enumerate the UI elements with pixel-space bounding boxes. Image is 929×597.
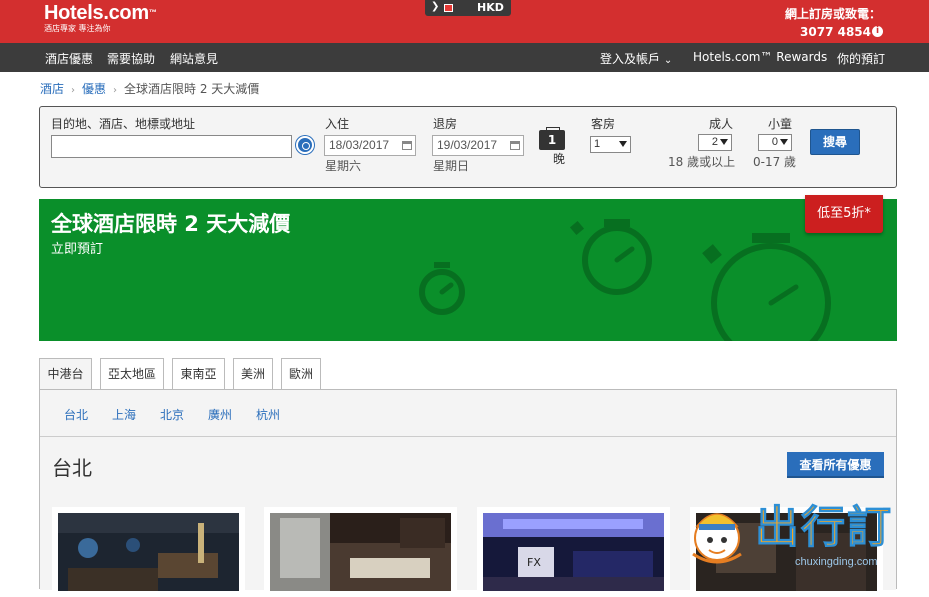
rooms-value: 1: [594, 138, 601, 150]
currency-selector[interactable]: ❯ HKD: [425, 0, 511, 16]
city-taipei[interactable]: 台北: [64, 406, 88, 423]
city-shanghai[interactable]: 上海: [112, 406, 136, 423]
dropdown-arrow-icon: [619, 141, 627, 147]
checkin-day: 星期六: [325, 159, 362, 173]
children-select[interactable]: 0: [758, 134, 792, 151]
top-bar: Hotels.com™ 酒店專家 專注為你 ❯ HKD 網上訂房或致電： 307…: [0, 0, 929, 43]
nav-feedback[interactable]: 網站意見: [170, 50, 218, 67]
checkout-date-input[interactable]: 19/03/2017: [432, 135, 524, 156]
city-title: 台北: [52, 456, 92, 480]
checkout-day: 星期日: [433, 159, 470, 173]
hotel-card[interactable]: [52, 507, 245, 597]
view-all-deals-button[interactable]: 查看所有優惠: [787, 452, 884, 478]
search-form: 目的地、酒店、地標或地址 入住 18/03/2017 星期六 退房 19/03/…: [39, 106, 897, 188]
nav-hotel-deals[interactable]: 酒店優惠: [45, 50, 93, 67]
hotel-card[interactable]: FX: [477, 507, 670, 597]
promo-subtitle: 立即預訂: [51, 242, 104, 257]
login-label: 登入及帳戶: [600, 52, 661, 66]
hotel-photo: [58, 513, 239, 591]
checkin-date-value: 18/03/2017: [329, 138, 390, 152]
hotel-photo: [270, 513, 451, 591]
chevron-down-icon: ⌄: [663, 55, 673, 66]
tab-americas[interactable]: 美洲: [233, 358, 273, 389]
discount-badge: 低至5折*: [805, 195, 883, 233]
hotels-logo[interactable]: Hotels.com™ 酒店專家 專注為你: [44, 2, 157, 34]
rooms-select[interactable]: 1: [590, 136, 631, 153]
rooms-label: 客房: [591, 117, 616, 131]
city-guangzhou[interactable]: 廣州: [208, 406, 232, 423]
nav-help[interactable]: 需要協助: [107, 50, 155, 67]
main-nav: 酒店優惠 需要協助 網站意見 登入及帳戶 ⌄ Hotels.com™ Rewar…: [0, 43, 929, 72]
breadcrumb-separator: ›: [113, 85, 118, 96]
brand-name: Hotels.com: [44, 2, 149, 24]
adults-label: 成人: [709, 117, 734, 131]
svg-text:FX: FX: [527, 556, 541, 569]
nights-count: 1: [539, 127, 565, 150]
trademark: ™: [148, 8, 157, 17]
watermark-logo-text: 出行訂: [755, 502, 893, 553]
nights-label: 晚: [553, 152, 566, 166]
destination-label: 目的地、酒店、地標或地址: [51, 117, 196, 131]
adults-note: 18 歲或以上: [668, 155, 736, 169]
checkout-date-value: 19/03/2017: [437, 138, 498, 152]
dropdown-arrow-icon: [720, 139, 728, 145]
currency-code: HKD: [477, 1, 504, 14]
breadcrumb-separator: ›: [71, 85, 76, 96]
current-location-icon[interactable]: [296, 136, 314, 154]
watermark-url: chuxingding.com: [795, 556, 878, 568]
phone-number: 3077 4854: [800, 25, 871, 39]
tab-southeast-asia[interactable]: 東南亞: [172, 358, 225, 389]
promo-title: 全球酒店限時 2 天大減價: [51, 212, 291, 236]
hotel-card[interactable]: [264, 507, 457, 597]
info-icon[interactable]: i: [872, 26, 883, 37]
adults-select[interactable]: 2: [698, 134, 732, 151]
chevron-down-icon: ❯: [431, 1, 440, 12]
promo-banner[interactable]: 全球酒店限時 2 天大減價 立即預訂: [39, 199, 897, 341]
phone-label: 網上訂房或致電：: [784, 7, 881, 21]
breadcrumb-deals[interactable]: 優惠: [82, 82, 106, 96]
nav-rewards[interactable]: Hotels.com™ Rewards: [693, 50, 827, 64]
hotel-photo: FX: [483, 513, 664, 591]
children-note: 0-17 歲: [753, 155, 797, 169]
hong-kong-flag-icon: [444, 4, 453, 12]
breadcrumb: 酒店 › 優惠 › 全球酒店限時 2 天大減價: [40, 80, 259, 97]
children-label: 小童: [768, 117, 793, 131]
calendar-icon: [510, 141, 520, 150]
children-value: 0: [771, 136, 778, 148]
site-watermark: 出行訂 chuxingding.com: [683, 498, 923, 576]
breadcrumb-hotels[interactable]: 酒店: [40, 82, 64, 96]
brand-tagline: 酒店專家 專注為你: [44, 24, 111, 33]
tab-asia-pacific[interactable]: 亞太地區: [100, 358, 164, 389]
city-beijing[interactable]: 北京: [160, 406, 184, 423]
checkin-label: 入住: [325, 117, 350, 131]
calendar-icon: [402, 141, 412, 150]
nav-login[interactable]: 登入及帳戶 ⌄: [600, 50, 672, 67]
tab-greater-china[interactable]: 中港台: [39, 358, 92, 390]
city-hangzhou[interactable]: 杭州: [256, 406, 280, 423]
adults-value: 2: [711, 136, 718, 148]
destination-input[interactable]: [51, 135, 292, 158]
breadcrumb-current: 全球酒店限時 2 天大減價: [124, 82, 260, 96]
city-links: 台北 上海 北京 廣州 杭州: [40, 390, 896, 437]
dropdown-arrow-icon: [780, 139, 788, 145]
tab-europe[interactable]: 歐洲: [281, 358, 321, 389]
nav-bookings[interactable]: 你的預訂: [837, 50, 885, 67]
checkin-date-input[interactable]: 18/03/2017: [324, 135, 416, 156]
search-button[interactable]: 搜尋: [810, 129, 860, 155]
checkout-label: 退房: [433, 117, 458, 131]
